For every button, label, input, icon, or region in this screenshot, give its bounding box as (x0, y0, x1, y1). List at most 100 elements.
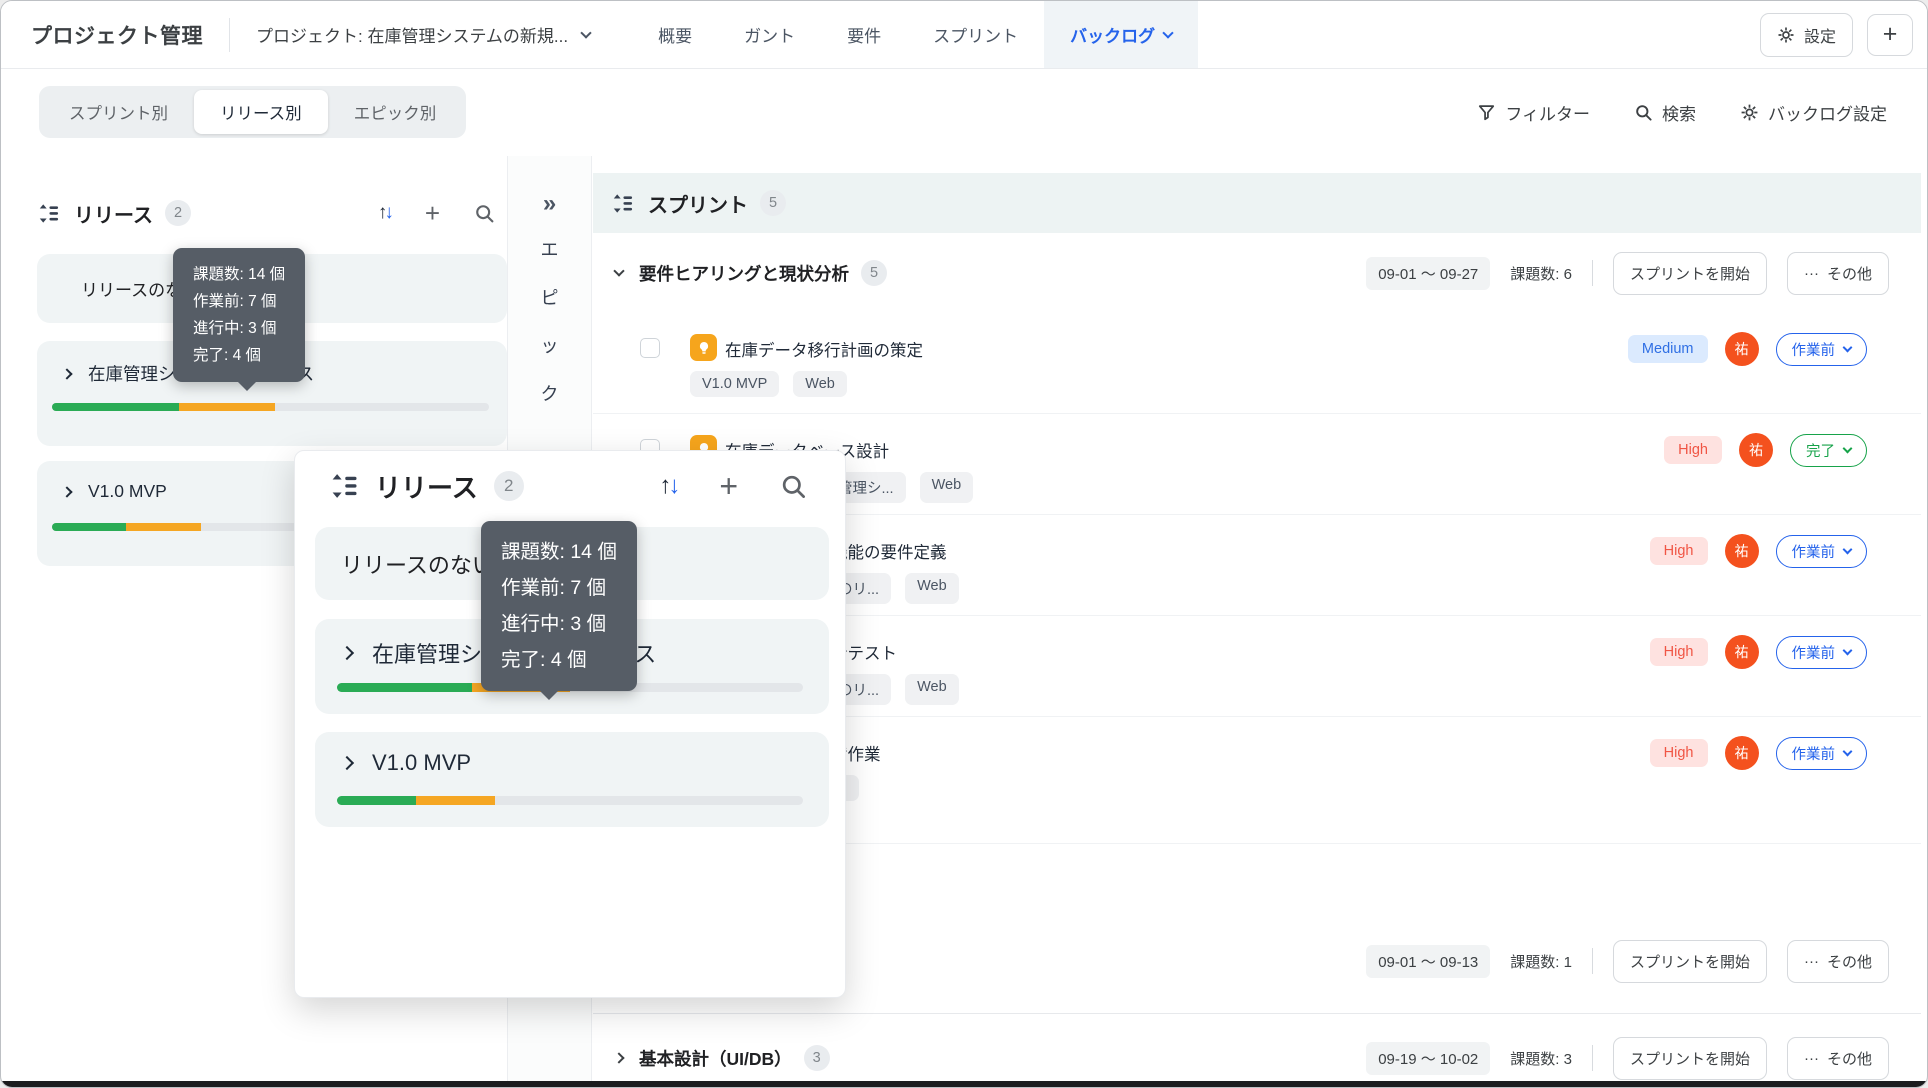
release-stats-tooltip: 課題数: 14 個 作業前: 7 個 進行中: 3 個 完了: 4 個 (173, 248, 306, 391)
status-label: 完了 (1806, 443, 1835, 460)
add-release-icon[interactable]: + (425, 200, 440, 226)
tab-requirements[interactable]: 要件 (821, 1, 907, 68)
tab-backlog[interactable]: バックログ (1044, 1, 1199, 68)
sprint-group-requirements: 要件ヒアリングと現状分析 5 09-01 〜 09-27 課題数: 6 スプリン… (593, 233, 1921, 313)
status-dropdown[interactable]: 作業前 (1775, 635, 1867, 669)
release-panel-drag-overlay[interactable]: リリース 2 ↑↓ + リリースのない課題 在庫管理システムのリリース (294, 450, 846, 998)
release-panel-header: リリース 2 ↑↓ + (37, 196, 507, 230)
chevron-down-icon (1162, 26, 1174, 39)
start-sprint-button[interactable]: スプリントを開始 (1612, 1036, 1767, 1080)
release-count-badge: 2 (493, 471, 524, 501)
task-row[interactable]: 在庫データ移行計画の策定 V1.0 MVP Web Medium 祐 作業前 (593, 313, 1921, 414)
chevron-down-icon (1842, 443, 1853, 453)
assignee-avatar: 祐 (1724, 534, 1759, 568)
task-checkbox[interactable] (640, 338, 660, 358)
search-icon[interactable] (780, 473, 807, 500)
start-sprint-button[interactable]: スプリントを開始 (1612, 251, 1767, 295)
chevron-down-icon (1842, 342, 1853, 352)
progress-done-segment (52, 523, 127, 531)
release-item-v1-mvp[interactable]: V1.0 MVP (315, 732, 829, 827)
release-list-icon (39, 203, 59, 223)
tooltip-line-done: 完了: 4 個 (501, 649, 587, 671)
view-mode-sprint[interactable]: スプリント別 (43, 90, 194, 134)
epic-strip-label: ッ (540, 336, 559, 356)
tag-web: Web (919, 472, 974, 503)
sprint-group-controls: 09-01 〜 09-27 課題数: 6 スプリントを開始 ··· その他 (1366, 251, 1889, 295)
expand-epic-icon[interactable]: » (543, 192, 556, 216)
search-button[interactable]: 検索 (1634, 100, 1696, 125)
add-button[interactable]: + (1867, 13, 1913, 56)
start-sprint-button[interactable]: スプリントを開始 (1612, 939, 1767, 983)
tab-backlog-label: バックログ (1070, 27, 1156, 46)
status-dropdown[interactable]: 作業前 (1775, 332, 1867, 366)
project-selector[interactable]: プロジェクト: 在庫管理システムの新規... (256, 22, 592, 47)
backlog-settings-label: バックログ設定 (1768, 104, 1887, 124)
progress-active-segment (126, 523, 201, 531)
tab-overview[interactable]: 概要 (632, 1, 718, 68)
expand-icon[interactable] (613, 1052, 625, 1064)
tab-gantt[interactable]: ガント (718, 1, 821, 68)
gear-icon (1778, 27, 1794, 42)
settings-button-label: 設定 (1803, 28, 1836, 46)
tab-sprint[interactable]: スプリント (907, 1, 1044, 68)
search-icon[interactable] (474, 203, 495, 224)
tooltip-line-done: 完了: 4 個 (193, 347, 262, 364)
collapse-icon[interactable] (613, 265, 625, 277)
sort-icon[interactable]: ↑↓ (378, 202, 394, 224)
ellipsis-icon: ··· (1803, 952, 1819, 970)
release-panel-actions: ↑↓ + (378, 200, 507, 226)
backlog-settings-button[interactable]: バックログ設定 (1740, 100, 1887, 125)
sprint-panel-title: スプリント (648, 194, 748, 217)
epic-strip-label: ピ (540, 288, 559, 308)
sort-icon[interactable]: ↑↓ (659, 472, 680, 500)
view-toolbar: スプリント別 リリース別 エピック別 フィルター 検索 バックログ設定 (1, 70, 1927, 154)
settings-button[interactable]: 設定 (1759, 12, 1853, 57)
task-meta: High 祐 作業前 (1649, 635, 1867, 669)
plus-icon: + (1882, 20, 1898, 48)
more-button[interactable]: ··· その他 (1786, 251, 1889, 295)
release-item-label: V1.0 MVP (88, 481, 167, 501)
tag-web: Web (905, 674, 959, 705)
sprint-dates: 09-19 〜 10-02 (1366, 1041, 1491, 1075)
task-title: 在庫データ移行計画の策定 (725, 342, 923, 360)
progress-done-segment (52, 403, 179, 411)
more-button[interactable]: ··· その他 (1786, 939, 1889, 983)
sprint-group-controls: 09-19 〜 10-02 課題数: 3 スプリントを開始 ··· その他 (1366, 1036, 1889, 1080)
filter-button[interactable]: フィルター (1477, 100, 1590, 125)
divider (1591, 948, 1593, 974)
progress-done-segment (337, 683, 473, 692)
progress-active-segment (416, 796, 496, 805)
assignee-avatar: 祐 (1724, 736, 1759, 770)
task-meta: High 祐 完了 (1664, 433, 1867, 467)
ellipsis-icon: ··· (1803, 1049, 1819, 1067)
view-mode-release[interactable]: リリース別 (194, 90, 328, 134)
project-selector-label: プロジェクト: 在庫管理システムの新規... (256, 27, 569, 46)
release-stats-tooltip: 課題数: 14 個 作業前: 7 個 進行中: 3 個 完了: 4 個 (481, 521, 637, 700)
status-dropdown[interactable]: 完了 (1790, 433, 1867, 467)
task-meta: High 祐 作業前 (1649, 736, 1867, 770)
assignee-avatar: 祐 (1739, 433, 1773, 467)
status-dropdown[interactable]: 作業前 (1775, 534, 1867, 568)
progress-active-segment (178, 403, 275, 411)
view-mode-epic[interactable]: エピック別 (328, 90, 463, 134)
main-tabs: 概要 ガント 要件 スプリント バックログ (632, 1, 1199, 68)
sprint-issue-count: 課題数: 6 (1510, 265, 1572, 283)
status-dropdown[interactable]: 作業前 (1775, 736, 1867, 770)
chevron-down-icon (1842, 544, 1853, 554)
release-item-label: V1.0 MVP (372, 750, 472, 775)
more-button[interactable]: ··· その他 (1786, 1036, 1889, 1080)
view-mode-switcher: スプリント別 リリース別 エピック別 (39, 86, 467, 138)
release-progress-bar (337, 796, 803, 805)
tag-web: Web (793, 371, 847, 397)
search-label: 検索 (1662, 104, 1696, 124)
add-release-icon[interactable]: + (719, 470, 738, 502)
status-label: 作業前 (1791, 746, 1836, 763)
priority-badge: High (1649, 537, 1708, 565)
sprint-group-title: 基本設計（UI/DB） (639, 1048, 792, 1069)
sprint-dates: 09-01 〜 09-27 (1366, 256, 1491, 290)
release-panel-header: リリース 2 ↑↓ + (329, 469, 807, 503)
priority-badge: High (1664, 436, 1722, 464)
chevron-right-icon (61, 485, 73, 498)
release-panel-actions: ↑↓ + (659, 470, 807, 502)
task-meta: Medium 祐 作業前 (1627, 332, 1867, 366)
